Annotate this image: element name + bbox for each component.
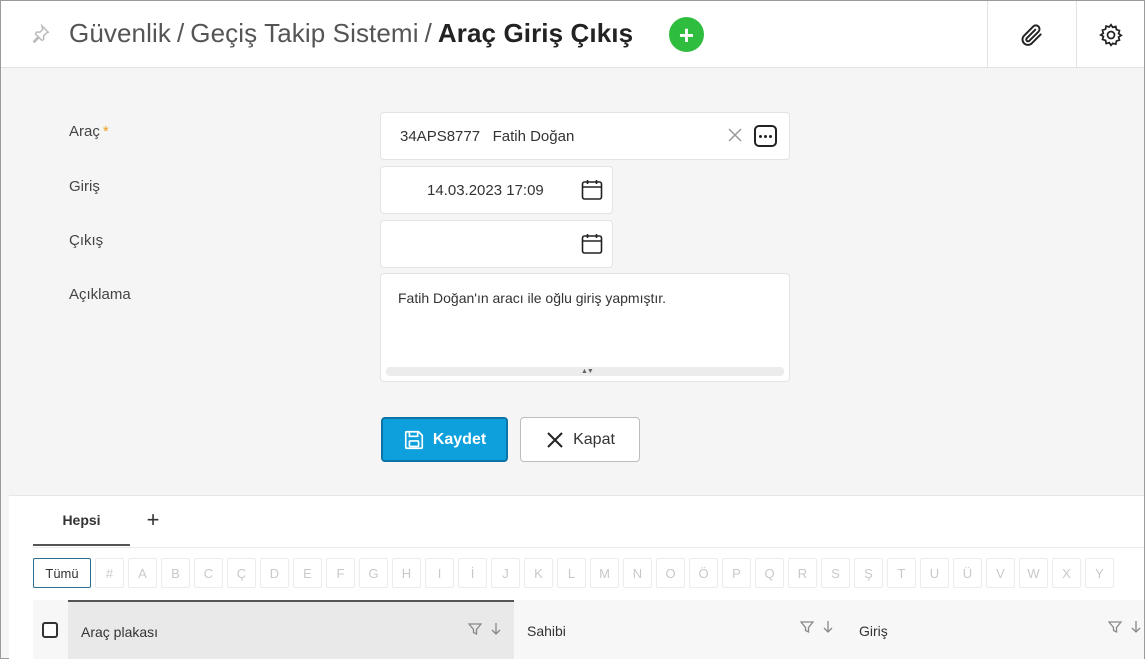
filter-icon[interactable] (468, 622, 482, 636)
sort-arrow-down-icon[interactable] (490, 622, 502, 636)
save-button[interactable]: Kaydet (381, 417, 508, 462)
letter-filter-item[interactable]: İ (458, 558, 487, 588)
letter-filter-item[interactable]: B (161, 558, 190, 588)
letter-filter-item[interactable]: # (95, 558, 124, 588)
letter-filter-item[interactable]: J (491, 558, 520, 588)
aciklama-label: Açıklama (69, 286, 131, 303)
letter-filter-item[interactable]: Ç (227, 558, 256, 588)
letter-filter-item[interactable]: W (1019, 558, 1048, 588)
breadcrumb-separator: / (424, 18, 432, 48)
letter-filter-item[interactable]: Ü (953, 558, 982, 588)
pin-icon[interactable] (29, 23, 51, 45)
tab-hepsi[interactable]: Hepsi (33, 496, 130, 546)
add-record-button[interactable]: + (669, 17, 704, 52)
letter-filter-item[interactable]: F (326, 558, 355, 588)
letter-filter-item[interactable]: V (986, 558, 1015, 588)
aciklama-value: Fatih Doğan'ın aracı ile oğlu giriş yapm… (398, 290, 667, 306)
select-all-checkbox[interactable] (42, 622, 58, 638)
giris-datetime-field[interactable]: 14.03.2023 17:09 (380, 166, 613, 214)
letter-filter-item[interactable]: I (425, 558, 454, 588)
letter-filter-item[interactable]: H (392, 558, 421, 588)
close-icon[interactable] (727, 127, 743, 143)
settings-button[interactable] (1076, 1, 1144, 68)
breadcrumb: Güvenlik / Geçiş Takip Sistemi / Araç Giriş … (69, 18, 633, 49)
cikis-label: Çıkış (69, 232, 104, 249)
alphabet-filter: Tümü # A B C Ç D E F G H I İ J K L M N O Ö P Q R S Ş T U Ü V W X Y (33, 558, 1114, 588)
letter-filter-item[interactable]: Q (755, 558, 784, 588)
arac-lookup-field[interactable]: 34APS8777 Fatih Doğan (380, 112, 790, 160)
calendar-icon[interactable] (580, 178, 604, 202)
letter-filter-item[interactable]: D (260, 558, 289, 588)
letter-filter-item[interactable]: R (788, 558, 817, 588)
resize-handle[interactable]: ▲▼ (386, 367, 784, 376)
breadcrumb-item-guvenlik[interactable]: Güvenlik (69, 18, 171, 48)
plus-icon: + (678, 19, 695, 50)
page-header: Güvenlik / Geçiş Takip Sistemi / Araç Giriş … (1, 1, 1144, 68)
letter-filter-item[interactable]: C (194, 558, 223, 588)
resize-grip-icon: ▲▼ (581, 368, 594, 375)
letter-filter-item[interactable]: S (821, 558, 850, 588)
column-title: Araç plakası (81, 623, 159, 640)
letter-filter-all[interactable]: Tümü (33, 558, 91, 588)
letter-filter-item[interactable]: Ş (854, 558, 883, 588)
letter-filter-item[interactable]: T (887, 558, 916, 588)
breadcrumb-separator: / (176, 18, 185, 48)
arac-label-text: Araç (69, 123, 100, 140)
letter-filter-item[interactable]: K (524, 558, 553, 588)
tab-divider (33, 547, 1144, 548)
column-header-arac-plakasi[interactable]: Araç plakası (68, 600, 514, 659)
letter-filter-item[interactable]: N (623, 558, 652, 588)
column-header-giris[interactable]: Giriş (846, 600, 1144, 659)
letter-filter-item[interactable]: O (656, 558, 685, 588)
filter-icon[interactable] (800, 620, 814, 634)
letter-filter-item[interactable]: Y (1085, 558, 1114, 588)
gear-icon (1098, 22, 1123, 47)
aciklama-textarea[interactable]: Fatih Doğan'ın aracı ile oğlu giriş yapm… (380, 273, 790, 382)
attachment-button[interactable] (987, 1, 1076, 68)
record-grid: Hepsi + Tümü # A B C Ç D E F G H I İ J K L M N O Ö P Q R S Ş T U Ü… (9, 495, 1144, 659)
close-button-label: Kapat (573, 430, 615, 448)
giris-label: Giriş (69, 178, 100, 195)
letter-filter-item[interactable]: X (1052, 558, 1081, 588)
required-mark: * (102, 123, 109, 140)
cikis-datetime-field[interactable] (380, 220, 613, 268)
letter-filter-item[interactable]: A (128, 558, 157, 588)
sort-arrow-down-icon[interactable] (822, 620, 834, 634)
arac-value: 34APS8777 Fatih Doğan (400, 128, 575, 145)
breadcrumb-item-gecis-takip[interactable]: Geçiş Takip Sistemi (190, 18, 418, 48)
giris-value: 14.03.2023 17:09 (427, 182, 544, 199)
letter-filter-item[interactable]: P (722, 558, 751, 588)
floppy-disk-icon (404, 430, 423, 449)
add-tab-button[interactable]: + (143, 509, 163, 531)
close-icon (547, 431, 563, 448)
paperclip-icon (1021, 23, 1042, 46)
sort-arrow-down-icon[interactable] (1130, 620, 1142, 634)
filter-icon[interactable] (1108, 620, 1122, 634)
letter-filter-item[interactable]: L (557, 558, 586, 588)
calendar-icon[interactable] (580, 232, 604, 256)
letter-filter-item[interactable]: E (293, 558, 322, 588)
arac-label: Araç * (69, 123, 109, 140)
grid-header: Araç plakası Sahibi Giriş (33, 600, 1144, 659)
letter-filter-item[interactable]: U (920, 558, 949, 588)
letter-filter-item[interactable]: G (359, 558, 388, 588)
save-button-label: Kaydet (432, 430, 487, 448)
column-header-sahibi[interactable]: Sahibi (514, 600, 846, 659)
close-button[interactable]: Kapat (520, 417, 640, 462)
page-title: Araç Giriş Çıkış (437, 18, 634, 48)
lookup-more-button[interactable] (754, 125, 777, 147)
letter-filter-item[interactable]: M (590, 558, 619, 588)
letter-filter-item[interactable]: Ö (689, 558, 718, 588)
column-title: Sahibi (527, 622, 566, 639)
column-title: Giriş (859, 622, 888, 639)
